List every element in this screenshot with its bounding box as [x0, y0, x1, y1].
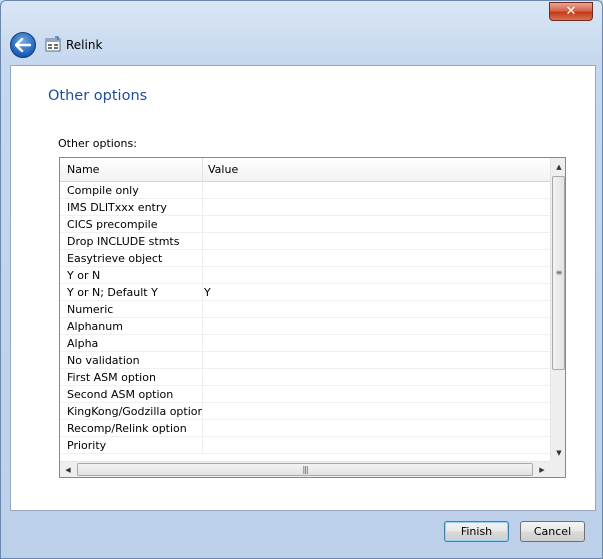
table-row[interactable]: No validation	[60, 352, 550, 369]
option-name-cell: Second ASM option	[60, 386, 203, 403]
option-value-cell[interactable]: Y	[203, 284, 550, 301]
relink-app-icon	[45, 36, 61, 52]
option-name-cell: Drop INCLUDE stmts	[60, 233, 203, 250]
option-value-cell[interactable]	[203, 233, 550, 250]
option-name-cell: IMS DLITxxx entry	[60, 199, 203, 216]
option-name-cell: Y or N; Default Y	[60, 284, 203, 301]
table-row[interactable]: Second ASM option	[60, 386, 550, 403]
option-name-cell: No validation	[60, 352, 203, 369]
option-value-cell[interactable]	[203, 216, 550, 233]
table-row[interactable]: Recomp/Relink option	[60, 420, 550, 437]
grip-icon: ≡	[555, 268, 563, 277]
back-button[interactable]	[10, 32, 36, 58]
option-name-cell: Alpha	[60, 335, 203, 352]
scroll-left-icon[interactable]: ◀	[60, 461, 76, 477]
finish-button[interactable]: Finish	[444, 521, 509, 542]
window-title: Relink	[66, 38, 103, 52]
option-value-cell[interactable]	[203, 352, 550, 369]
wizard-window: ✕ Relink Other options Other options: Na…	[0, 0, 603, 559]
scroll-down-icon[interactable]: ▼	[551, 444, 565, 461]
back-arrow-icon	[15, 38, 31, 52]
option-value-cell[interactable]	[203, 420, 550, 437]
close-icon: ✕	[565, 4, 577, 19]
option-value-cell[interactable]	[203, 267, 550, 284]
table-row[interactable]: Y or N	[60, 267, 550, 284]
option-value-cell[interactable]	[203, 182, 550, 199]
scrollbar-corner	[550, 461, 565, 477]
table-row[interactable]: Easytrieve object	[60, 250, 550, 267]
option-name-cell: Priority	[60, 437, 203, 454]
page-title: Other options	[48, 88, 148, 104]
option-value-cell[interactable]	[203, 301, 550, 318]
option-name-cell: Y or N	[60, 267, 203, 284]
section-label: Other options:	[58, 137, 137, 150]
table-row[interactable]: Y or N; Default YY	[60, 284, 550, 301]
option-name-cell: KingKong/Godzilla option	[60, 403, 203, 420]
option-value-cell[interactable]	[203, 335, 550, 352]
horizontal-scroll-thumb[interactable]: |||	[77, 463, 533, 476]
table-row[interactable]: Numeric	[60, 301, 550, 318]
table-row[interactable]: Drop INCLUDE stmts	[60, 233, 550, 250]
option-name-cell: Compile only	[60, 182, 203, 199]
table-row[interactable]: First ASM option	[60, 369, 550, 386]
option-value-cell[interactable]	[203, 199, 550, 216]
option-name-cell: Easytrieve object	[60, 250, 203, 267]
option-name-cell: First ASM option	[60, 369, 203, 386]
table-row[interactable]: KingKong/Godzilla option	[60, 403, 550, 420]
options-grid[interactable]: Name Value Compile only IMS DLITxxx entry…	[59, 157, 566, 478]
table-row[interactable]: CICS precompile	[60, 216, 550, 233]
grid-header: Name Value	[60, 158, 550, 182]
option-value-cell[interactable]	[203, 369, 550, 386]
finish-button-label: Finish	[460, 525, 493, 538]
scroll-right-icon[interactable]: ▶	[534, 461, 550, 477]
column-header-name[interactable]: Name	[60, 158, 203, 182]
option-name-cell: Recomp/Relink option	[60, 420, 203, 437]
vertical-scrollbar[interactable]: ▲ ≡ ▼	[550, 158, 565, 461]
table-row[interactable]: Alpha	[60, 335, 550, 352]
vertical-scroll-thumb[interactable]: ≡	[552, 176, 565, 370]
grip-icon: |||	[302, 464, 308, 474]
table-row[interactable]: Priority	[60, 437, 550, 454]
grid-rows: Compile only IMS DLITxxx entry CICS precom…	[60, 182, 550, 454]
option-name-cell: Alphanum	[60, 318, 203, 335]
option-value-cell[interactable]	[203, 386, 550, 403]
column-header-value[interactable]: Value	[203, 158, 550, 182]
table-row[interactable]: Compile only	[60, 182, 550, 199]
scroll-up-icon[interactable]: ▲	[551, 158, 565, 175]
table-row[interactable]: IMS DLITxxx entry	[60, 199, 550, 216]
cancel-button-label: Cancel	[533, 525, 572, 538]
option-name-cell: Numeric	[60, 301, 203, 318]
horizontal-scrollbar[interactable]: ◀ ||| ▶	[60, 461, 550, 477]
option-value-cell[interactable]	[203, 403, 550, 420]
option-value-cell[interactable]	[203, 250, 550, 267]
option-name-cell: CICS precompile	[60, 216, 203, 233]
content-panel: Other options Other options: Name Value …	[10, 65, 596, 511]
option-value-cell[interactable]	[203, 318, 550, 335]
close-button[interactable]: ✕	[549, 2, 593, 21]
table-row[interactable]: Alphanum	[60, 318, 550, 335]
cancel-button[interactable]: Cancel	[520, 521, 585, 542]
option-value-cell[interactable]	[203, 437, 550, 454]
